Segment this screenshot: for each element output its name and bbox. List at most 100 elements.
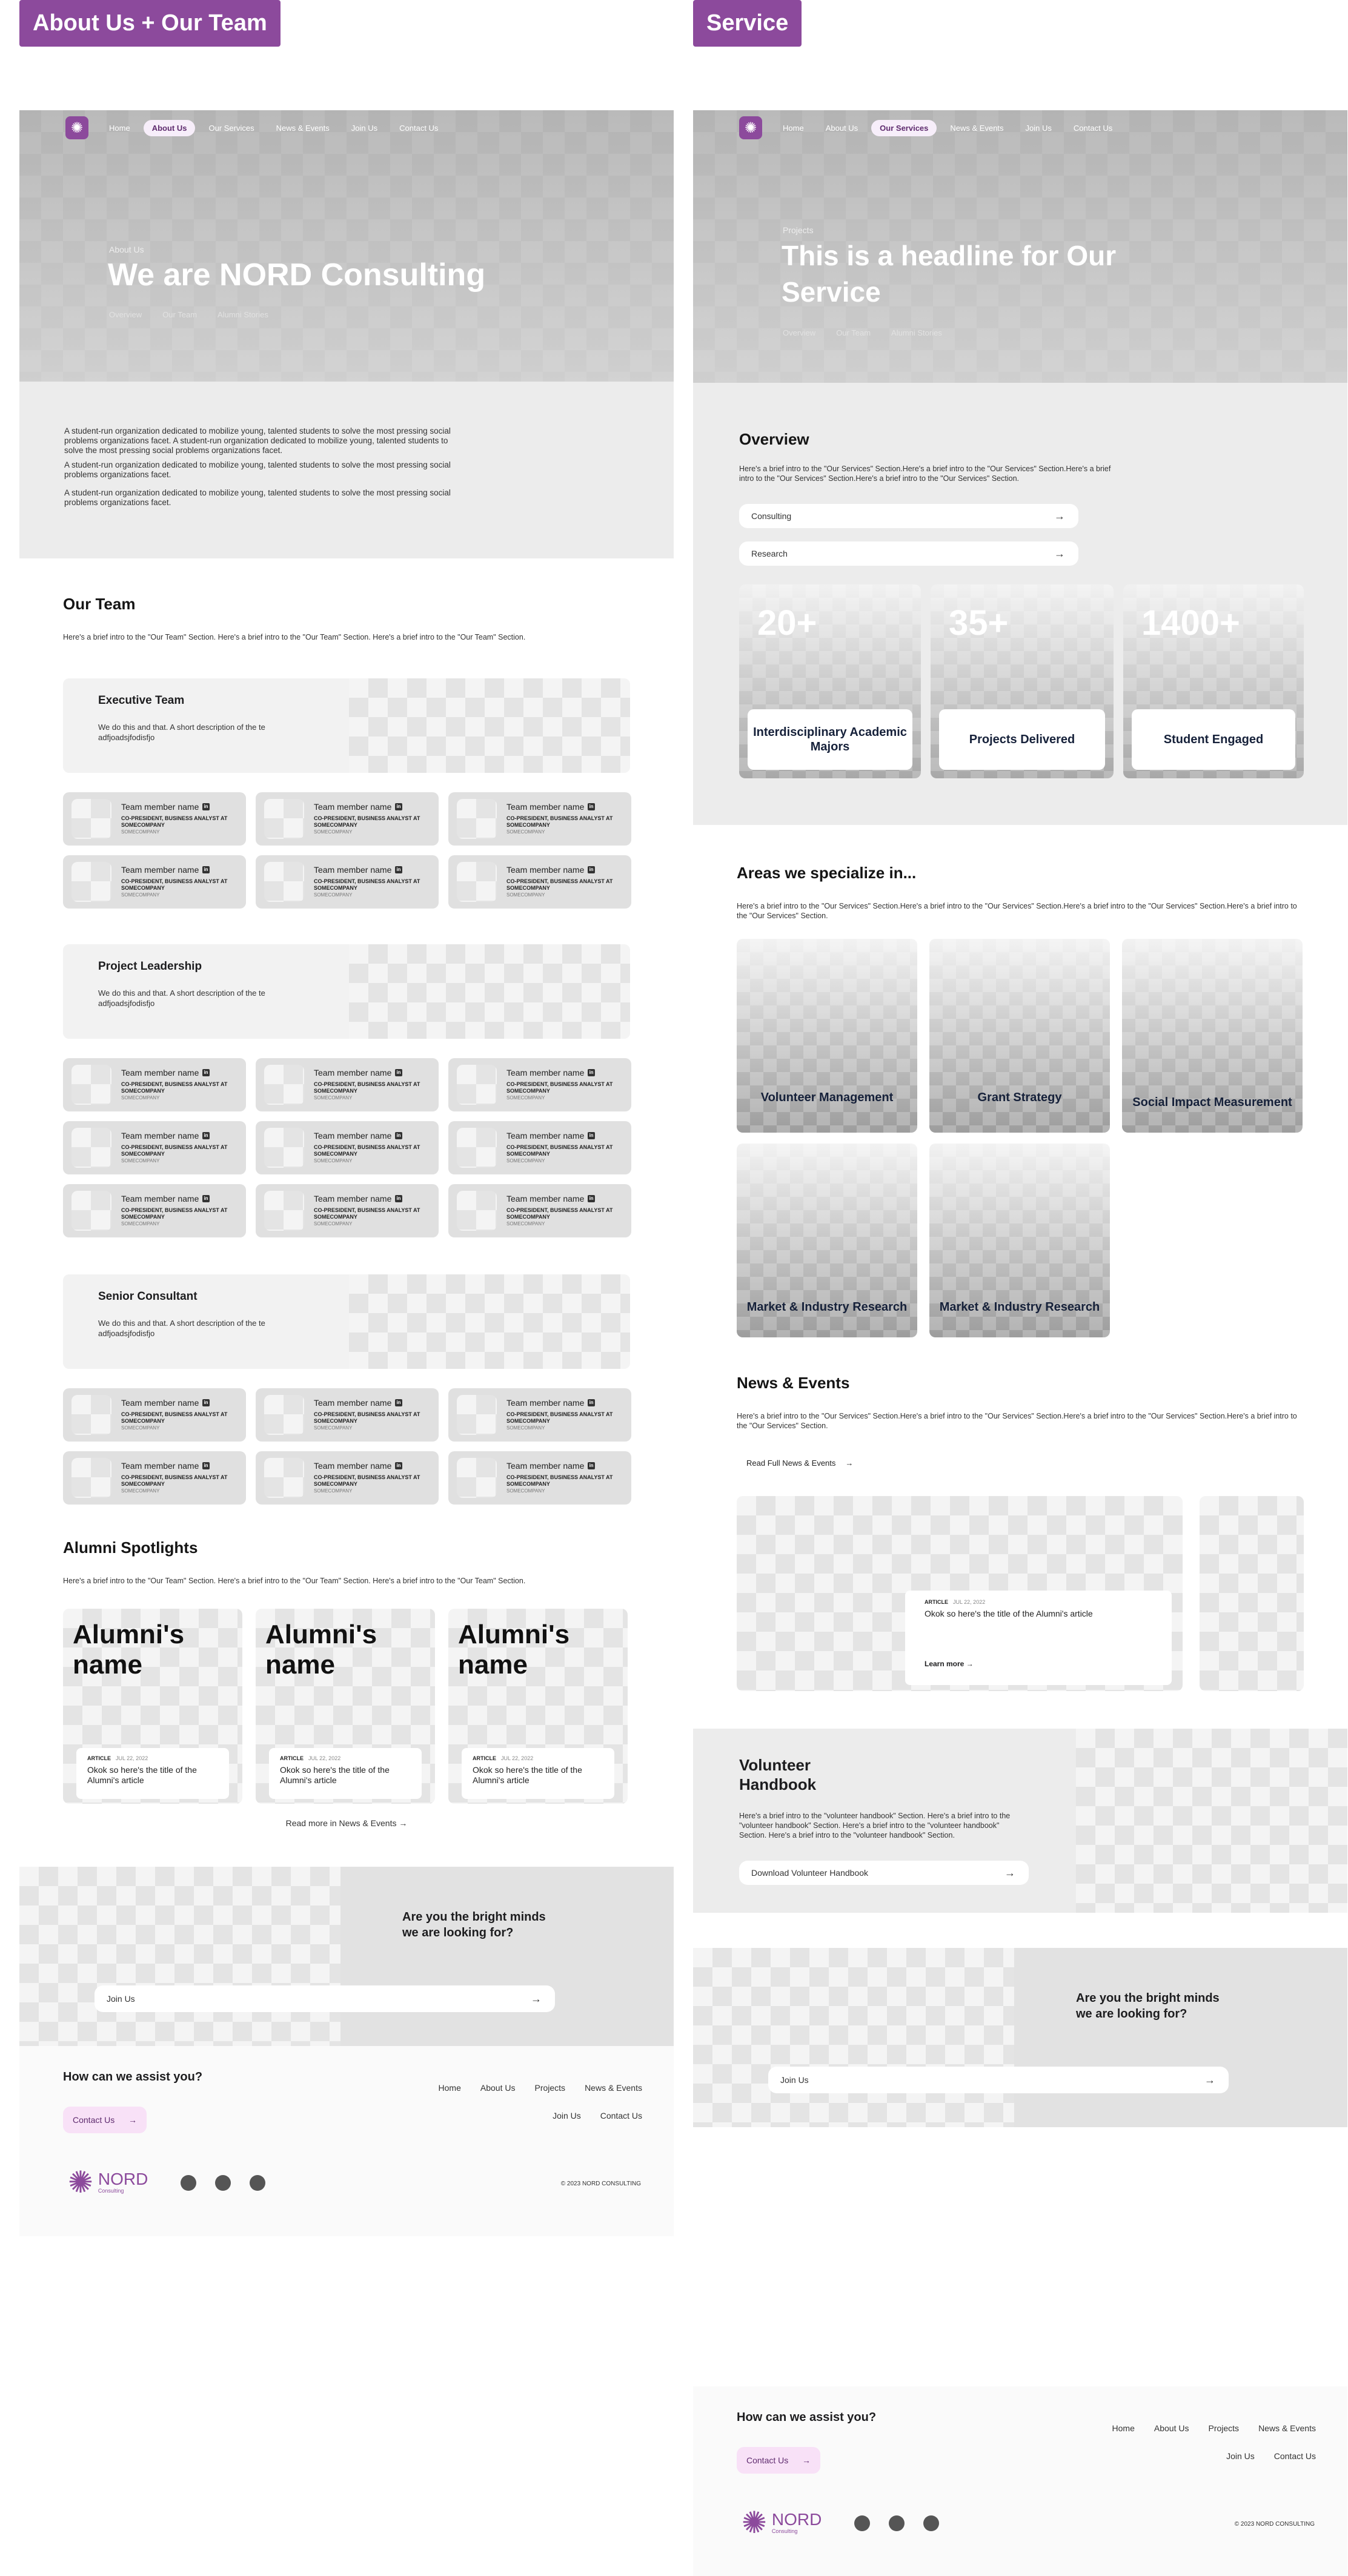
team-member-card[interactable]: Team member name in CO-PRESIDENT, BUSINESS… [256,792,439,846]
team-member-card[interactable]: Team member name in CO-PRESIDENT, BUSINESS… [63,792,246,846]
nav-our-services[interactable]: Our Services [871,119,937,136]
footer-link-about[interactable]: About Us [480,2083,516,2093]
footer-link-join[interactable]: Join Us [553,2111,581,2121]
footer-link-projects[interactable]: Projects [1208,2423,1239,2433]
area-card[interactable]: Market & Industry Research [929,1144,1110,1337]
team-member-card[interactable]: Team member name in CO-PRESIDENT, BUSINESS… [256,1121,439,1174]
team-member-card[interactable]: Team member name in CO-PRESIDENT, BUSINESS… [448,855,631,909]
social-icon[interactable] [181,2175,196,2191]
learn-more-link[interactable]: Learn more → [925,1660,974,1668]
subnav-overview[interactable]: Overview [783,328,815,337]
nav-contact-us[interactable]: Contact Us [1065,120,1121,136]
team-member-card[interactable]: Team member name in CO-PRESIDENT, BUSINESS… [256,855,439,909]
footer-link-about[interactable]: About Us [1154,2423,1189,2433]
subnav-overview[interactable]: Overview [109,310,142,319]
footer-link-projects[interactable]: Projects [534,2083,565,2093]
join-us-button[interactable]: Join Us → [95,1985,555,2012]
social-icon[interactable] [250,2175,265,2191]
join-us-button[interactable]: Join Us → [768,2067,1229,2093]
team-member-card[interactable]: Team member name in CO-PRESIDENT, BUSINESS… [63,855,246,909]
team-member-card[interactable]: Team member name in CO-PRESIDENT, BUSINESS… [448,1058,631,1111]
consulting-pill[interactable]: Consulting → [739,504,1078,528]
subnav-our-team[interactable]: Our Team [836,328,871,337]
news-card[interactable]: ARTICLE JUL 22, 2022 Okok so here's the t… [737,1496,1183,1691]
team-member-card[interactable]: Team member name in CO-PRESIDENT, BUSINESS… [63,1388,246,1442]
linkedin-icon[interactable]: in [588,1399,595,1406]
social-icon[interactable] [854,2515,870,2531]
nav-news-events[interactable]: News & Events [268,120,338,136]
team-member-card[interactable]: Team member name in CO-PRESIDENT, BUSINESS… [448,792,631,846]
nav-our-services[interactable]: Our Services [200,120,262,136]
nav-join-us[interactable]: Join Us [1017,120,1060,136]
area-card[interactable]: Social Impact Measurement [1122,939,1303,1133]
linkedin-icon[interactable]: in [202,1399,210,1406]
team-member-card[interactable]: Team member name in CO-PRESIDENT, BUSINESS… [256,1058,439,1111]
team-member-card[interactable]: Team member name in CO-PRESIDENT, BUSINESS… [448,1184,631,1237]
linkedin-icon[interactable]: in [588,1132,595,1139]
social-icon[interactable] [923,2515,939,2531]
social-icon[interactable] [215,2175,231,2191]
linkedin-icon[interactable]: in [202,1069,210,1076]
linkedin-icon[interactable]: in [202,1195,210,1202]
research-pill[interactable]: Research → [739,541,1078,566]
linkedin-icon[interactable]: in [395,1462,402,1469]
linkedin-icon[interactable]: in [395,1132,402,1139]
download-handbook-button[interactable]: Download Volunteer Handbook → [739,1861,1029,1885]
area-card[interactable]: Volunteer Management [737,939,917,1133]
linkedin-icon[interactable]: in [395,1399,402,1406]
linkedin-icon[interactable]: in [202,866,210,873]
team-member-card[interactable]: Team member name in CO-PRESIDENT, BUSINESS… [63,1184,246,1237]
footer-link-news[interactable]: News & Events [585,2083,642,2093]
area-card[interactable]: Market & Industry Research [737,1144,917,1337]
team-member-card[interactable]: Team member name in CO-PRESIDENT, BUSINESS… [448,1121,631,1174]
team-member-card[interactable]: Team member name in CO-PRESIDENT, BUSINESS… [63,1058,246,1111]
linkedin-icon[interactable]: in [395,803,402,810]
alumni-card[interactable]: Alumni's name ARTICLE JUL 22, 2022 Okok s… [256,1609,435,1804]
linkedin-icon[interactable]: in [588,866,595,873]
subnav-alumni-stories[interactable]: Alumni Stories [891,328,942,337]
linkedin-icon[interactable]: in [395,866,402,873]
footer-link-home[interactable]: Home [439,2083,461,2093]
contact-us-button[interactable]: Contact Us → [737,2447,820,2474]
linkedin-icon[interactable]: in [588,1195,595,1202]
linkedin-icon[interactable]: in [588,803,595,810]
linkedin-icon[interactable]: in [588,1462,595,1469]
footer-link-home[interactable]: Home [1112,2423,1135,2433]
footer-link-contact[interactable]: Contact Us [600,2111,642,2121]
nav-join-us[interactable]: Join Us [343,120,386,136]
nord-logo-icon[interactable]: ✺ [65,116,88,139]
subnav-our-team[interactable]: Our Team [162,310,197,319]
news-card-next[interactable] [1200,1496,1304,1691]
linkedin-icon[interactable]: in [202,803,210,810]
team-member-card[interactable]: Team member name in CO-PRESIDENT, BUSINESS… [256,1388,439,1442]
read-full-news-link[interactable]: Read Full News & Events → [746,1459,853,1468]
nav-about-us[interactable]: About Us [143,119,196,136]
linkedin-icon[interactable]: in [588,1069,595,1076]
team-member-card[interactable]: Team member name in CO-PRESIDENT, BUSINESS… [256,1184,439,1237]
team-member-card[interactable]: Team member name in CO-PRESIDENT, BUSINESS… [448,1388,631,1442]
team-member-card[interactable]: Team member name in CO-PRESIDENT, BUSINESS… [63,1451,246,1505]
team-member-card[interactable]: Team member name in CO-PRESIDENT, BUSINESS… [448,1451,631,1505]
nav-home[interactable]: Home [774,120,812,136]
read-more-link[interactable]: Read more in News & Events → [19,1818,674,1828]
social-icon[interactable] [889,2515,905,2531]
linkedin-icon[interactable]: in [395,1069,402,1076]
nord-logo-icon[interactable]: ✺ [739,116,762,139]
footer-link-news[interactable]: News & Events [1258,2423,1316,2433]
nav-news-events[interactable]: News & Events [941,120,1012,136]
area-card[interactable]: Grant Strategy [929,939,1110,1133]
alumni-card[interactable]: Alumni's name ARTICLE JUL 22, 2022 Okok s… [448,1609,628,1804]
nav-about-us[interactable]: About Us [817,120,866,136]
nav-contact-us[interactable]: Contact Us [391,120,447,136]
footer-link-join[interactable]: Join Us [1226,2451,1255,2461]
linkedin-icon[interactable]: in [202,1132,210,1139]
contact-us-button[interactable]: Contact Us → [63,2107,147,2133]
team-member-card[interactable]: Team member name in CO-PRESIDENT, BUSINESS… [63,1121,246,1174]
alumni-card[interactable]: Alumni's name ARTICLE JUL 22, 2022 Okok s… [63,1609,242,1804]
subnav-alumni-stories[interactable]: Alumni Stories [217,310,268,319]
team-member-card[interactable]: Team member name in CO-PRESIDENT, BUSINESS… [256,1451,439,1505]
nav-home[interactable]: Home [101,120,139,136]
footer-link-contact[interactable]: Contact Us [1274,2451,1316,2461]
linkedin-icon[interactable]: in [202,1462,210,1469]
linkedin-icon[interactable]: in [395,1195,402,1202]
